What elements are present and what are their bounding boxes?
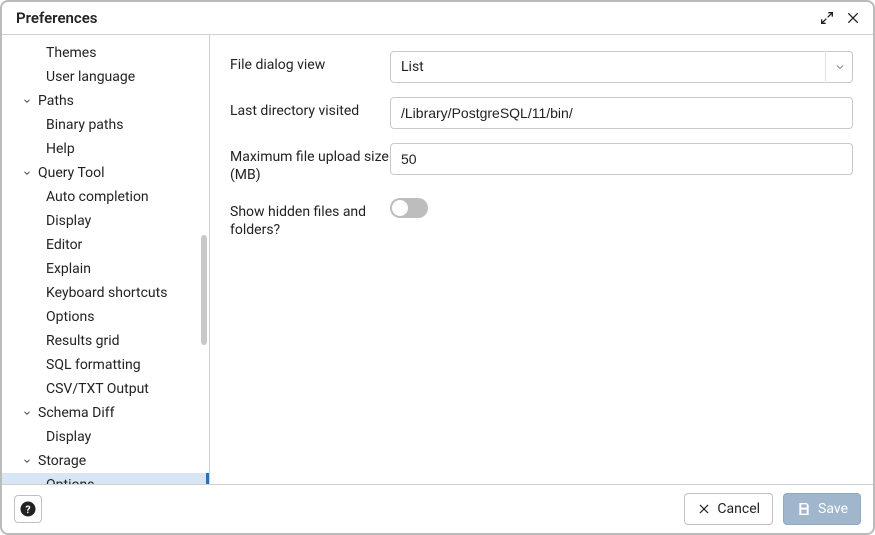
- help-button[interactable]: ?: [14, 495, 42, 523]
- tree-item-label: Query Tool: [38, 165, 105, 181]
- tree-item-label: Options: [46, 309, 94, 325]
- tree-item[interactable]: Help: [2, 137, 209, 161]
- tree-item-label: Display: [46, 213, 91, 229]
- footer-actions: Cancel Save: [684, 493, 861, 525]
- field-last-directory: Last directory visited: [230, 97, 853, 129]
- show-hidden-toggle[interactable]: [390, 198, 428, 218]
- window-title: Preferences: [16, 9, 98, 27]
- tree-item-label: Paths: [38, 93, 74, 109]
- chevron-down-icon: [20, 96, 34, 106]
- tree-item[interactable]: Display: [2, 209, 209, 233]
- tree-group[interactable]: Schema Diff: [2, 401, 209, 425]
- tree-item-label: Results grid: [46, 333, 120, 349]
- tree-group[interactable]: Storage: [2, 449, 209, 473]
- tree-item[interactable]: SQL formatting: [2, 353, 209, 377]
- field-file-dialog-view: File dialog view List: [230, 51, 853, 83]
- tree-item[interactable]: Explain: [2, 257, 209, 281]
- tree-item-label: Explain: [46, 261, 91, 277]
- tree-group[interactable]: Query Tool: [2, 161, 209, 185]
- main-panel: File dialog view List Last directory vis…: [210, 35, 873, 484]
- scrollbar-thumb[interactable]: [201, 235, 207, 345]
- tree-item[interactable]: CSV/TXT Output: [2, 377, 209, 401]
- sidebar: Themes User language Paths Binary paths Help…: [2, 35, 210, 484]
- label-show-hidden: Show hidden files and folders?: [230, 198, 390, 239]
- label-last-directory: Last directory visited: [230, 97, 390, 121]
- cancel-button[interactable]: Cancel: [684, 493, 773, 525]
- tree-item-label: Keyboard shortcuts: [46, 285, 167, 301]
- close-icon[interactable]: [843, 8, 863, 28]
- preferences-dialog: Preferences Themes User language Paths Bina…: [0, 0, 875, 535]
- chevron-down-icon: [20, 456, 34, 466]
- tree-item-label: Storage: [38, 453, 86, 469]
- toggle-knob: [392, 200, 408, 216]
- tree-item-label: Auto completion: [46, 189, 149, 205]
- tree-item-label: Schema Diff: [38, 405, 114, 421]
- tree-item[interactable]: Keyboard shortcuts: [2, 281, 209, 305]
- titlebar: Preferences: [2, 2, 873, 35]
- label-max-upload: Maximum file upload size (MB): [230, 143, 390, 184]
- tree-item[interactable]: Themes: [2, 41, 209, 65]
- tree-item[interactable]: Binary paths: [2, 113, 209, 137]
- field-max-upload: Maximum file upload size (MB): [230, 143, 853, 184]
- save-label: Save: [818, 501, 848, 517]
- tree-item-label: Help: [46, 141, 75, 157]
- close-icon: [697, 502, 711, 516]
- tree-item[interactable]: Options: [2, 305, 209, 329]
- tree-item-label: Options: [46, 477, 94, 484]
- tree-item[interactable]: User language: [2, 65, 209, 89]
- tree-item-label: SQL formatting: [46, 357, 141, 373]
- tree-item-label: Binary paths: [46, 117, 123, 133]
- save-button[interactable]: Save: [783, 493, 861, 525]
- last-directory-input[interactable]: [390, 97, 853, 129]
- tree-item-label: Display: [46, 429, 91, 445]
- file-dialog-view-value: List: [401, 59, 424, 75]
- max-upload-input[interactable]: [390, 143, 853, 175]
- field-show-hidden: Show hidden files and folders?: [230, 198, 853, 239]
- tree-item-label: User language: [46, 69, 135, 85]
- chevron-down-icon: [825, 51, 853, 83]
- tree-item[interactable]: Editor: [2, 233, 209, 257]
- svg-text:?: ?: [25, 503, 30, 516]
- tree-item-label: Editor: [46, 237, 82, 253]
- dialog-body: Themes User language Paths Binary paths Help…: [2, 35, 873, 485]
- save-icon: [796, 501, 812, 517]
- expand-icon[interactable]: [817, 8, 837, 28]
- tree-item[interactable]: Auto completion: [2, 185, 209, 209]
- tree-item-label: CSV/TXT Output: [46, 381, 149, 397]
- preferences-tree: Themes User language Paths Binary paths Help…: [2, 35, 209, 484]
- tree-item[interactable]: Options: [2, 473, 209, 484]
- chevron-down-icon: [20, 168, 34, 178]
- tree-item[interactable]: Results grid: [2, 329, 209, 353]
- tree-group[interactable]: Paths: [2, 89, 209, 113]
- label-file-dialog-view: File dialog view: [230, 51, 390, 75]
- tree-item[interactable]: Display: [2, 425, 209, 449]
- cancel-label: Cancel: [717, 501, 760, 517]
- tree-item-label: Themes: [46, 45, 96, 61]
- file-dialog-view-select[interactable]: List: [390, 51, 853, 83]
- window-controls: [817, 8, 863, 28]
- chevron-down-icon: [20, 408, 34, 418]
- footer: ? Cancel Save: [2, 485, 873, 533]
